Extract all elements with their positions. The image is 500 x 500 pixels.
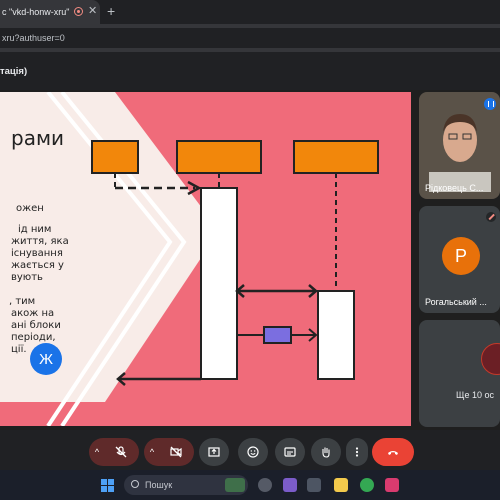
avatar: Ж — [30, 343, 62, 375]
camera-off-icon — [170, 446, 182, 458]
teams-icon[interactable] — [283, 478, 297, 492]
emoji-button[interactable] — [238, 438, 268, 466]
raise-hand-button[interactable] — [311, 438, 341, 466]
participant-name: Рідковець С... — [425, 183, 484, 193]
presentation-stage: рами ожен ід ним життя, яка існування жа… — [0, 92, 411, 426]
participant-tile-1[interactable]: Рідковець С... — [419, 92, 500, 199]
activation-bar-1 — [200, 187, 238, 380]
svg-text:ожен: ожен — [16, 203, 44, 214]
lifeline-header-1 — [91, 140, 139, 174]
svg-text:, тим: , тим — [9, 296, 35, 307]
task-view-icon[interactable] — [307, 478, 321, 492]
lifeline-header-3 — [293, 140, 379, 174]
more-icon — [355, 447, 359, 457]
recording-icon — [74, 7, 83, 16]
camera-toggle-button[interactable] — [158, 438, 194, 466]
browser-tab[interactable]: c "vkd-honw-xru" ✕ — [0, 0, 100, 24]
address-bar: xru?authuser=0 — [0, 24, 500, 52]
os-taskbar: Пошук — [0, 470, 500, 500]
captions-button[interactable] — [275, 438, 305, 466]
taskbar-search[interactable]: Пошук — [124, 475, 248, 495]
svg-text:періоди,: періоди, — [11, 331, 56, 343]
svg-text:ід ним: ід ним — [18, 223, 51, 235]
search-placeholder: Пошук — [145, 480, 173, 490]
slide-diagram: рами ожен ід ним життя, яка існування жа… — [0, 92, 411, 426]
avatar: Р — [442, 237, 480, 275]
mic-toggle-button[interactable] — [103, 438, 139, 466]
svg-text:жається у: жається у — [11, 260, 64, 271]
lifeline-header-2 — [176, 140, 262, 174]
present-button[interactable] — [199, 438, 229, 466]
speaking-indicator-icon — [484, 98, 496, 110]
meeting-title: тація) — [0, 66, 28, 77]
tab-close-icon[interactable]: ✕ — [88, 4, 97, 17]
new-tab-button[interactable]: + — [107, 3, 115, 19]
raise-hand-icon — [322, 447, 330, 458]
emoji-icon — [247, 446, 259, 458]
leave-call-icon — [388, 451, 398, 455]
svg-text:ції.: ції. — [11, 343, 27, 355]
file-explorer-icon[interactable] — [334, 478, 348, 492]
app-icon[interactable] — [385, 478, 399, 492]
svg-text:існування: існування — [11, 247, 63, 259]
call-controls: ^ ^ — [0, 430, 500, 470]
svg-text:ані блоки: ані блоки — [11, 319, 61, 331]
search-highlight-icon — [225, 478, 245, 492]
mic-muted-icon — [486, 212, 496, 222]
browser-tab-bar: c "vkd-honw-xru" ✕ + — [0, 0, 500, 24]
participant-name: Рогальський ... — [425, 297, 487, 307]
mic-off-icon — [115, 446, 127, 458]
more-participants-tile[interactable] — [419, 320, 500, 427]
participant-video — [429, 102, 491, 192]
copilot-icon[interactable] — [258, 478, 272, 492]
leave-call-button[interactable] — [372, 438, 414, 466]
more-participants-label: Ще 10 ос — [456, 390, 494, 400]
meeting-header: тація) — [0, 52, 500, 90]
chrome-icon[interactable] — [360, 478, 374, 492]
svg-text:життя, яка: життя, яка — [11, 236, 69, 247]
participant-tile-2[interactable]: Р Рогальський ... — [419, 206, 500, 313]
search-icon — [131, 480, 139, 488]
svg-text:вують: вують — [11, 272, 43, 283]
start-menu-icon[interactable] — [101, 479, 114, 492]
present-icon — [208, 447, 220, 457]
tab-title: c "vkd-honw-xru" — [2, 7, 70, 17]
more-options-button[interactable] — [346, 438, 368, 466]
slide-heading: рами — [11, 126, 64, 150]
captions-icon — [284, 447, 296, 457]
message-box — [263, 326, 292, 344]
url-field[interactable]: xru?authuser=0 — [0, 28, 500, 48]
svg-text:акож на: акож на — [11, 308, 54, 319]
activation-bar-2 — [317, 290, 355, 380]
